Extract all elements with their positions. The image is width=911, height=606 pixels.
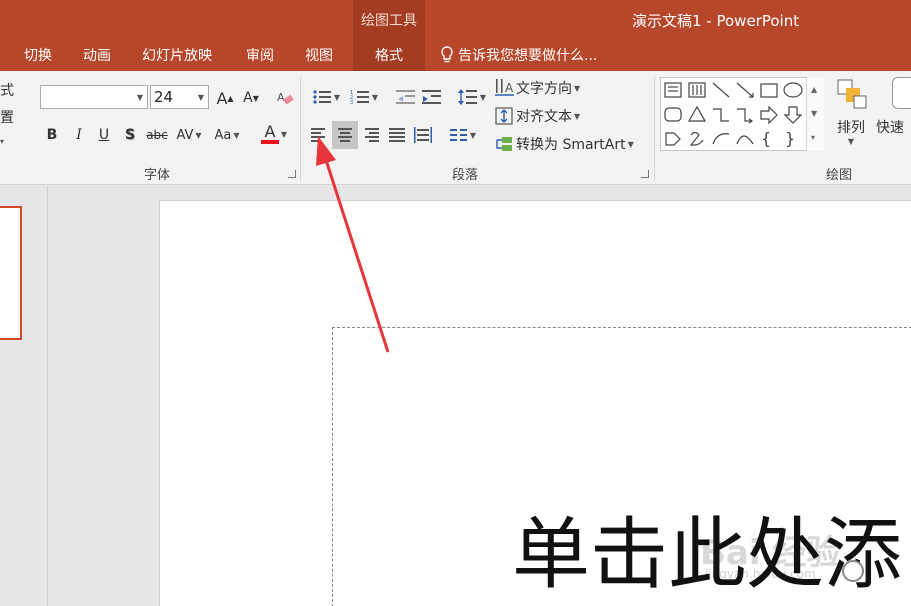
group-separator <box>300 77 301 181</box>
gallery-more-icon[interactable]: ▾ <box>811 133 815 142</box>
clipped-label-1[interactable]: 式 <box>0 80 14 100</box>
tab-transitions[interactable]: 切换 <box>24 45 52 65</box>
tell-me-text: 告诉我您想要做什么... <box>458 48 598 64</box>
smartart-icon <box>496 137 512 151</box>
align-right-icon <box>363 127 379 143</box>
grow-font-button[interactable]: A ▲ <box>214 87 236 109</box>
change-case-icon: Aa <box>214 127 232 143</box>
text-direction-label: 文字方向 <box>516 81 572 97</box>
shapes-grid-icon: { } <box>664 82 803 148</box>
chevron-down-icon: ▼ <box>136 93 143 102</box>
justify-icon <box>389 127 405 143</box>
shrink-font-icon: A <box>243 90 253 106</box>
align-text-button[interactable]: 对齐文本 ▼ <box>494 105 590 127</box>
clear-formatting-button[interactable]: A <box>274 87 296 109</box>
font-color-button[interactable]: A ▼ <box>256 121 292 147</box>
italic-button[interactable]: I <box>69 124 89 146</box>
rotate-handle-icon[interactable] <box>842 560 864 582</box>
character-spacing-button[interactable]: AV ▼ <box>172 124 206 146</box>
font-dialog-launcher[interactable] <box>288 170 296 178</box>
slide-thumbnail-panel[interactable] <box>0 186 48 606</box>
group-separator <box>654 77 655 181</box>
align-center-icon <box>337 127 353 143</box>
chevron-down-icon: ▼ <box>197 93 204 102</box>
numbered-list-icon: 123 <box>350 90 369 105</box>
change-case-button[interactable]: Aa ▼ <box>210 124 244 146</box>
arrange-label: 排列 <box>837 120 865 136</box>
decrease-indent-icon <box>396 90 415 104</box>
document-title: 演示文稿1 - PowerPoint <box>632 12 800 30</box>
svg-text:A: A <box>277 91 285 104</box>
svg-text:}: } <box>785 129 795 148</box>
bullets-button[interactable]: ▼ <box>308 86 344 108</box>
bold-button[interactable]: B <box>42 124 62 146</box>
align-text-label: 对齐文本 <box>516 109 572 125</box>
shapes-gallery-scroll[interactable]: ▲ ▼ ▾ <box>806 77 824 151</box>
justify-button[interactable] <box>386 123 408 147</box>
slide-title-text[interactable]: 单击此处添 <box>512 492 902 604</box>
paragraph-group-label: 段落 <box>452 168 479 183</box>
align-left-button[interactable] <box>308 123 330 147</box>
text-direction-button[interactable]: A 文字方向 ▼ <box>494 77 590 99</box>
convert-smartart-button[interactable]: 转换为 SmartArt ▼ <box>494 133 646 155</box>
font-size-value: 24 <box>154 88 174 106</box>
ribbon: 式 置 ▾ ▼ 24 ▼ A ▲ A ▼ A B I U S abc AV ▼ Aa ▼… <box>0 71 911 185</box>
eraser-icon: A <box>277 91 294 105</box>
paragraph-dialog-launcher[interactable] <box>641 170 649 178</box>
line-spacing-icon <box>457 89 477 105</box>
slide-thumbnail[interactable] <box>0 206 22 340</box>
clipped-label-2[interactable]: 置 <box>0 107 14 127</box>
text-direction-icon: A <box>495 79 514 96</box>
clipped-dropdown-arrow[interactable]: ▾ <box>0 137 4 146</box>
spacing-icon: AV <box>176 127 194 143</box>
distributed-icon <box>414 127 432 143</box>
increase-indent-button[interactable] <box>420 86 444 108</box>
align-right-button[interactable] <box>360 123 382 147</box>
tell-me-search[interactable]: 告诉我您想要做什么... <box>440 45 597 65</box>
columns-button[interactable]: ▼ <box>446 123 480 147</box>
font-size-combo[interactable]: 24 ▼ <box>150 85 209 109</box>
scroll-up-icon[interactable]: ▲ <box>811 85 817 94</box>
quick-styles-button[interactable]: 快速 <box>876 77 911 155</box>
context-tool-label: 绘图工具 <box>361 13 417 29</box>
svg-text:3: 3 <box>350 100 353 105</box>
font-color-icon: A <box>260 124 279 144</box>
tab-review[interactable]: 审阅 <box>246 45 274 65</box>
drawing-group-label: 绘图 <box>826 168 853 183</box>
shrink-font-button[interactable]: A ▼ <box>240 87 262 109</box>
align-text-icon <box>495 107 513 125</box>
arrange-icon <box>837 79 867 109</box>
align-center-button[interactable] <box>332 121 358 149</box>
underline-button[interactable]: U <box>94 124 114 146</box>
tab-format[interactable]: 格式 <box>353 38 425 71</box>
font-name-combo[interactable]: ▼ <box>40 85 148 109</box>
bullet-list-icon <box>313 90 331 104</box>
strikethrough-button[interactable]: abc <box>145 124 169 146</box>
grow-font-icon: A <box>216 88 228 108</box>
lightbulb-icon <box>441 46 453 63</box>
increase-indent-icon <box>422 90 441 104</box>
smartart-label: 转换为 SmartArt <box>516 137 626 153</box>
distributed-button[interactable] <box>412 123 434 147</box>
svg-text:{: { <box>761 129 771 148</box>
svg-text:A: A <box>505 81 514 95</box>
shapes-gallery[interactable]: { } <box>660 77 824 151</box>
columns-icon <box>449 129 467 141</box>
quick-styles-icon <box>892 77 911 109</box>
numbering-button[interactable]: 1 2 3 ▼ <box>346 86 382 108</box>
line-spacing-button[interactable]: ▼ <box>455 86 489 108</box>
font-group-label: 字体 <box>144 168 171 183</box>
tab-view[interactable]: 视图 <box>305 45 333 65</box>
text-shadow-button[interactable]: S <box>120 124 140 146</box>
align-left-icon <box>311 127 327 143</box>
tab-animations[interactable]: 动画 <box>83 45 111 65</box>
decrease-indent-button[interactable] <box>394 86 418 108</box>
arrange-button[interactable]: 排列 ▼ <box>830 77 872 155</box>
tab-slideshow[interactable]: 幻灯片放映 <box>142 45 212 65</box>
quick-styles-label: 快速 <box>876 120 904 136</box>
scroll-down-icon[interactable]: ▼ <box>811 109 817 118</box>
